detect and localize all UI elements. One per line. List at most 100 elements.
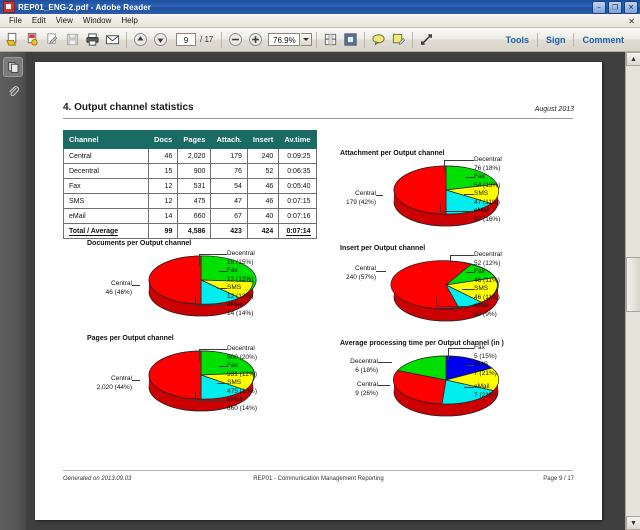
leader-line bbox=[440, 211, 474, 212]
close-button[interactable]: ✕ bbox=[624, 1, 638, 14]
fullscreen-icon bbox=[421, 34, 433, 45]
save-button[interactable] bbox=[63, 30, 82, 49]
table-row: Decentral 15 900 76 52 0:06:35 bbox=[63, 163, 317, 179]
pie-label-sms: SMS 46 (11%) bbox=[474, 285, 500, 301]
next-page-button[interactable] bbox=[151, 30, 170, 49]
email-button[interactable] bbox=[103, 30, 122, 49]
menu-item-view[interactable]: View bbox=[51, 15, 78, 26]
cell-avtime: 0:06:35 bbox=[278, 163, 317, 179]
open-file-icon bbox=[6, 32, 17, 46]
leader-line bbox=[466, 365, 474, 366]
navigation-sidebar bbox=[0, 52, 27, 530]
maximize-button[interactable]: ❐ bbox=[608, 1, 622, 14]
toolbar-separator bbox=[364, 31, 366, 48]
column-header-docs: Docs bbox=[147, 130, 179, 149]
scroll-up-button[interactable]: ▲ bbox=[626, 52, 640, 66]
page-title: 4. Output channel statistics bbox=[63, 102, 194, 113]
leader-line bbox=[436, 306, 474, 307]
toolbar-separator bbox=[412, 31, 414, 48]
comment-button[interactable] bbox=[369, 30, 388, 49]
zoom-in-button[interactable] bbox=[246, 30, 265, 49]
pie-label-email: eMail 14 (14%) bbox=[227, 301, 254, 317]
pie-label-email: eMail 7 (21%) bbox=[474, 383, 497, 399]
footer-page-number: Page 9 / 17 bbox=[543, 476, 574, 482]
cell-total-attach: 423 bbox=[210, 223, 248, 239]
fit-page-icon bbox=[344, 33, 357, 46]
cell-docs: 12 bbox=[147, 178, 179, 194]
pie-label-fax: Fax 5 (15%) bbox=[474, 344, 497, 360]
pie-label-central: Central 9 (26%) bbox=[355, 381, 378, 397]
scrollbar-thumb[interactable] bbox=[626, 257, 640, 312]
zoom-level-input[interactable]: 76.9% bbox=[268, 33, 301, 46]
fit-page-button[interactable] bbox=[341, 30, 360, 49]
leader-line bbox=[195, 297, 196, 305]
leader-line bbox=[132, 285, 140, 286]
minimize-icon: – bbox=[597, 3, 601, 11]
fullscreen-button[interactable] bbox=[417, 30, 436, 49]
leader-line bbox=[450, 255, 451, 265]
chart-documents-per-output-channel: Documents per Output channel Central 46 … bbox=[87, 240, 337, 328]
scroll-down-button[interactable]: ▼ bbox=[626, 516, 640, 530]
leader-line bbox=[464, 194, 474, 195]
sidebar-item-attachments[interactable] bbox=[4, 82, 22, 100]
create-pdf-button[interactable] bbox=[23, 30, 42, 49]
leader-line bbox=[199, 349, 227, 350]
tools-button[interactable]: Tools bbox=[498, 35, 537, 45]
open-file-button[interactable] bbox=[3, 30, 22, 49]
leader-line bbox=[378, 362, 392, 363]
edit-pdf-icon bbox=[47, 33, 58, 44]
cell-channel: Central bbox=[63, 148, 149, 164]
pie-label-central: Central 179 (42%) bbox=[346, 190, 376, 206]
sidebar-item-page-thumbnails[interactable] bbox=[3, 57, 23, 77]
table-row: Central 46 2,020 179 240 0:09:25 bbox=[63, 148, 317, 164]
title-bar: REP01_ENG-2.pdf - Adobe Reader – ❐ ✕ bbox=[0, 0, 640, 15]
pie-label-central: Central 46 (46%) bbox=[105, 280, 132, 296]
page-total-label: / 17 bbox=[200, 35, 214, 44]
cell-attach: 47 bbox=[210, 193, 248, 209]
leader-line bbox=[466, 272, 474, 273]
leader-line bbox=[199, 349, 200, 361]
print-button[interactable] bbox=[83, 30, 102, 49]
cell-channel: Fax bbox=[63, 178, 149, 194]
vertical-scrollbar[interactable]: ▲ ▼ bbox=[625, 52, 640, 530]
leader-line bbox=[436, 297, 437, 306]
fit-width-button[interactable] bbox=[321, 30, 340, 49]
pie-label-fax: Fax 12 (12%) bbox=[227, 267, 254, 283]
close-icon: ✕ bbox=[628, 3, 634, 11]
pie-label-decentral: Decentral 15 (15%) bbox=[227, 250, 255, 266]
zoom-out-button[interactable] bbox=[226, 30, 245, 49]
page-number-input[interactable]: 9 bbox=[176, 33, 196, 46]
leader-line bbox=[199, 254, 227, 255]
edit-pdf-button[interactable] bbox=[43, 30, 62, 49]
table-total-row: Total / Average 99 4,586 423 424 0:07:14 bbox=[63, 223, 317, 239]
leader-line bbox=[195, 305, 227, 306]
cell-total-avtime: 0:07:14 bbox=[278, 223, 317, 239]
highlight-text-button[interactable] bbox=[389, 30, 408, 49]
pie-label-decentral: Decentral 6 (18%) bbox=[350, 358, 378, 374]
minimize-button[interactable]: – bbox=[592, 1, 606, 14]
document-viewport[interactable]: 4. Output channel statistics August 2013… bbox=[26, 52, 625, 530]
table-row: eMail 14 660 67 40 0:07:16 bbox=[63, 208, 317, 224]
cell-pages: 900 bbox=[177, 163, 212, 179]
pie-label-sms: SMS 47 (11%) bbox=[474, 190, 500, 206]
menu-item-window[interactable]: Window bbox=[78, 15, 116, 26]
menu-item-help[interactable]: Help bbox=[116, 15, 142, 26]
sign-button[interactable]: Sign bbox=[538, 35, 574, 45]
pie-label-email: eMail 660 (14%) bbox=[227, 396, 257, 412]
leader-line bbox=[450, 255, 474, 256]
chart-title: Insert per Output channel bbox=[340, 245, 426, 252]
leader-line bbox=[376, 271, 386, 272]
column-header-channel: Channel bbox=[63, 130, 149, 149]
close-document-icon[interactable]: ✕ bbox=[628, 17, 635, 26]
previous-page-button[interactable] bbox=[131, 30, 150, 49]
zoom-dropdown-button[interactable] bbox=[301, 33, 313, 46]
column-header-insert: Insert bbox=[246, 130, 280, 149]
toolbar-separator bbox=[221, 31, 223, 48]
cell-attach: 54 bbox=[210, 178, 248, 194]
menu-item-edit[interactable]: Edit bbox=[27, 15, 51, 26]
print-icon bbox=[86, 33, 99, 46]
cell-channel: SMS bbox=[63, 193, 149, 209]
comment-panel-button[interactable]: Comment bbox=[574, 35, 632, 45]
maximize-icon: ❐ bbox=[611, 3, 619, 11]
menu-item-file[interactable]: File bbox=[4, 15, 27, 26]
